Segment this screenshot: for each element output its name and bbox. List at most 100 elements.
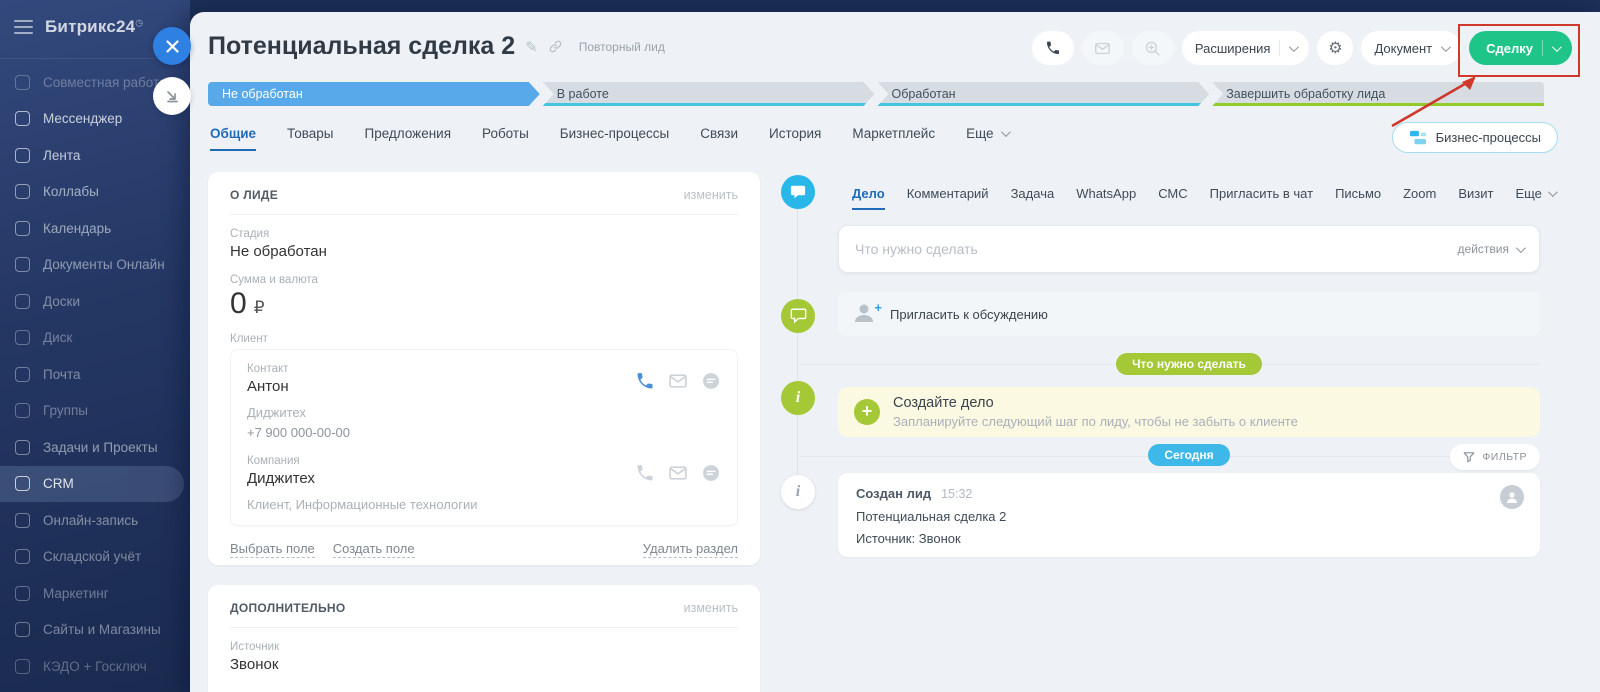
call-button[interactable] bbox=[1032, 31, 1074, 65]
tab-marketplace[interactable]: Маркетплейс bbox=[852, 126, 935, 151]
tab-visit[interactable]: Визит bbox=[1458, 186, 1493, 210]
tab-task[interactable]: Задача bbox=[1011, 186, 1055, 210]
edit-additional-link[interactable]: изменить bbox=[684, 601, 738, 615]
close-icon bbox=[165, 39, 180, 54]
document-dropdown[interactable]: Документ bbox=[1361, 31, 1461, 65]
settings-button[interactable]: ⚙ bbox=[1317, 31, 1353, 65]
booking-icon bbox=[15, 513, 30, 528]
sidebar-item-marketing[interactable]: Маркетинг bbox=[0, 575, 184, 612]
tab-comment[interactable]: Комментарий bbox=[907, 186, 989, 210]
stage-finish[interactable]: Завершить обработку лида bbox=[1212, 82, 1544, 106]
create-deal-button[interactable]: Сделку bbox=[1469, 31, 1572, 65]
stage-not-processed[interactable]: Не обработан bbox=[208, 82, 540, 106]
tab-robots[interactable]: Роботы bbox=[482, 126, 529, 151]
hamburger-menu-icon[interactable] bbox=[14, 16, 33, 38]
tab-sms[interactable]: СМС bbox=[1158, 186, 1187, 210]
sidebar-item-calendar[interactable]: Календарь bbox=[0, 210, 184, 247]
close-slider-button[interactable] bbox=[153, 27, 191, 65]
email-contact-icon[interactable] bbox=[668, 371, 688, 391]
sidebar-item-feed[interactable]: Лента bbox=[0, 137, 184, 174]
page-title: Потенциальная сделка 2 bbox=[208, 32, 515, 61]
call-contact-icon[interactable] bbox=[635, 371, 655, 391]
repeat-lead-badge: Повторный лид bbox=[579, 40, 665, 54]
company-row: Компания Диджитех Клиент, Информационные… bbox=[247, 455, 721, 512]
tab-email[interactable]: Письмо bbox=[1335, 186, 1381, 210]
call-company-icon[interactable] bbox=[635, 463, 655, 483]
timeline-filter-button[interactable]: ФИЛЬТР bbox=[1450, 444, 1540, 470]
sidebar-item-tasks[interactable]: Задачи и Проекты bbox=[0, 429, 184, 466]
stage-in-progress[interactable]: В работе bbox=[543, 82, 875, 106]
tab-whatsapp[interactable]: WhatsApp bbox=[1076, 186, 1136, 210]
email-button[interactable] bbox=[1082, 31, 1124, 65]
header-actions: Расширения ⚙ Документ Сделку bbox=[1032, 31, 1572, 65]
zoom-in-button[interactable] bbox=[1132, 31, 1174, 65]
sidebar-item-mail[interactable]: Почта bbox=[0, 356, 184, 393]
copy-link-icon[interactable] bbox=[548, 39, 563, 54]
drive-icon bbox=[15, 330, 30, 345]
tab-invite-to-chat[interactable]: Пригласить в чат bbox=[1210, 186, 1313, 210]
contact-phone[interactable]: +7 900 000-00-00 bbox=[247, 425, 721, 440]
sidebar-item-groups[interactable]: Группы bbox=[0, 393, 184, 430]
sidebar-item-drive[interactable]: Диск bbox=[0, 320, 184, 357]
chat-company-icon[interactable] bbox=[701, 463, 721, 483]
tab-products[interactable]: Товары bbox=[287, 126, 333, 151]
sidebar-item-crm[interactable]: CRM bbox=[0, 466, 184, 503]
minimize-icon bbox=[164, 88, 180, 104]
tab-activity-more[interactable]: Еще bbox=[1515, 186, 1554, 210]
boards-icon bbox=[15, 294, 30, 309]
info-icon-gray: i bbox=[781, 475, 815, 509]
delete-section-link[interactable]: Удалить раздел bbox=[643, 541, 738, 558]
stage-field-value[interactable]: Не обработан bbox=[230, 243, 738, 260]
add-activity-button[interactable]: + bbox=[854, 399, 880, 425]
page-header: Потенциальная сделка 2 ✎ Повторный лид bbox=[208, 32, 665, 61]
select-field-link[interactable]: Выбрать поле bbox=[230, 541, 315, 558]
tab-zoom[interactable]: Zoom bbox=[1403, 186, 1436, 210]
activity-composer: действия bbox=[838, 225, 1540, 273]
actions-dropdown[interactable]: действия bbox=[1458, 242, 1523, 256]
tab-workflows[interactable]: Бизнес-процессы bbox=[560, 126, 669, 151]
tab-history[interactable]: История bbox=[769, 126, 821, 151]
sidebar-item-boards[interactable]: Доски bbox=[0, 283, 184, 320]
today-badge[interactable]: Сегодня bbox=[1148, 444, 1229, 466]
chevron-down-icon bbox=[1552, 42, 1562, 52]
sidebar-item-warehouse[interactable]: Складской учёт bbox=[0, 539, 184, 576]
business-processes-button[interactable]: Бизнес-процессы bbox=[1392, 122, 1558, 153]
stage-processed[interactable]: Обработан bbox=[878, 82, 1210, 106]
todo-text-input[interactable] bbox=[855, 241, 1448, 257]
tasks-icon bbox=[15, 440, 30, 455]
create-activity-hint: + Создайте дело Запланируйте следующий ш… bbox=[838, 387, 1540, 437]
edit-about-link[interactable]: изменить bbox=[684, 188, 738, 202]
documents-icon bbox=[15, 257, 30, 272]
sidebar-item-collabs[interactable]: Коллабы bbox=[0, 174, 184, 211]
info-icon-green: i bbox=[781, 381, 815, 415]
email-company-icon[interactable] bbox=[668, 463, 688, 483]
tab-general[interactable]: Общие bbox=[210, 126, 256, 151]
source-field-value[interactable]: Звонок bbox=[230, 656, 738, 673]
create-activity-title[interactable]: Создайте дело bbox=[893, 395, 1298, 411]
tab-more[interactable]: Еще bbox=[966, 126, 1007, 151]
tab-quotes[interactable]: Предложения bbox=[365, 126, 452, 151]
tab-links[interactable]: Связи bbox=[700, 126, 738, 151]
contact-company: Диджитех bbox=[247, 405, 721, 420]
create-field-link[interactable]: Создать поле bbox=[333, 541, 415, 558]
activity-chat-icon bbox=[781, 175, 815, 209]
extensions-dropdown[interactable]: Расширения bbox=[1182, 31, 1310, 65]
entry-lead-name: Потенциальная сделка 2 bbox=[856, 509, 1522, 524]
minimize-slider-button[interactable] bbox=[153, 77, 191, 115]
sidebar-item-sites[interactable]: Сайты и Магазины bbox=[0, 612, 184, 649]
amount-field-value[interactable]: 0 ₽ bbox=[230, 287, 738, 321]
edit-title-pencil-icon[interactable]: ✎ bbox=[525, 38, 538, 56]
phone-icon bbox=[1045, 40, 1061, 56]
sidebar-item-documents[interactable]: Документы Онлайн bbox=[0, 247, 184, 284]
sidebar-item-booking[interactable]: Онлайн-запись bbox=[0, 502, 184, 539]
about-lead-card: О ЛИДЕ изменить Стадия Не обработан Сумм… bbox=[208, 172, 760, 565]
tab-activity[interactable]: Дело bbox=[852, 186, 885, 210]
contact-row: Контакт Антон Диджитех +7 900 000-00-00 bbox=[247, 363, 721, 440]
chat-contact-icon[interactable] bbox=[701, 371, 721, 391]
collabs-icon bbox=[15, 184, 30, 199]
sidebar-item-kedo[interactable]: КЭДО + Госключ bbox=[0, 648, 184, 685]
timeline-entry-lead-created[interactable]: Создан лид 15:32 Потенциальная сделка 2 … bbox=[838, 473, 1540, 557]
invite-to-discussion[interactable]: + Пригласить к обсуждению bbox=[838, 292, 1540, 336]
todo-badge[interactable]: Что нужно сделать bbox=[1116, 353, 1262, 375]
app-logo[interactable]: Битрикс24◷ bbox=[45, 17, 143, 37]
